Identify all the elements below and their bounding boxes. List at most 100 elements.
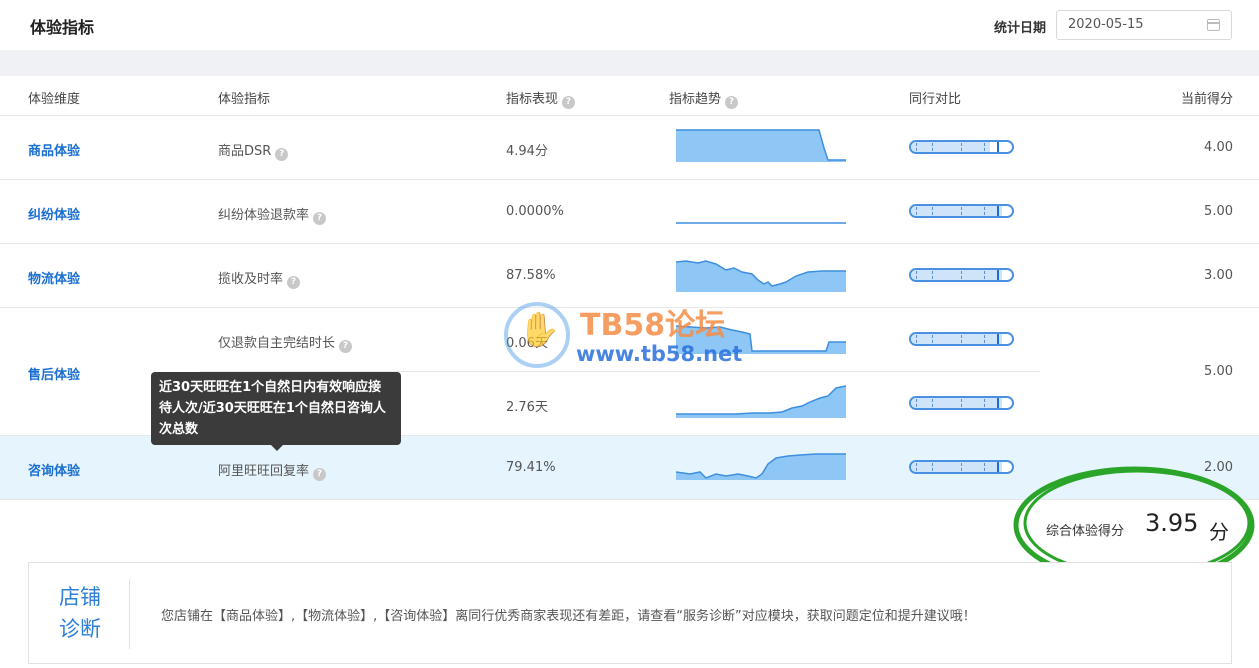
- compare-tick: [932, 143, 933, 151]
- compare-marker: [997, 398, 999, 408]
- header: 体验指标 统计日期 2020-05-15: [0, 0, 1259, 50]
- dimension-link[interactable]: 咨询体验: [28, 460, 80, 479]
- compare-tick: [984, 271, 985, 279]
- metric-value: 2.76天: [506, 400, 548, 415]
- question-icon[interactable]: ?: [725, 96, 739, 109]
- peer-compare-bar: [909, 268, 1014, 282]
- tooltip-text: 近30天旺旺在1个自然日内有效响应接待人次/近30天旺旺在1个自然日咨询人次总数: [159, 380, 386, 437]
- compare-tick: [961, 399, 962, 407]
- metric-name: 揽收及时率?: [218, 268, 301, 289]
- compare-tick: [916, 271, 917, 279]
- compare-marker: [997, 270, 999, 280]
- compare-tick: [984, 143, 985, 151]
- compare-tick: [932, 399, 933, 407]
- compare-tick: [984, 399, 985, 407]
- col-trend: 指标趋势?: [669, 88, 739, 109]
- metric-tooltip: 近30天旺旺在1个自然日内有效响应接待人次/近30天旺旺在1个自然日咨询人次总数: [151, 372, 401, 451]
- date-picker[interactable]: 2020-05-15: [1056, 10, 1232, 40]
- compare-tick: [984, 207, 985, 215]
- section-divider-band: [0, 50, 1259, 76]
- question-icon[interactable]: ?: [339, 340, 353, 353]
- metric-name: 阿里旺旺回复率?: [218, 460, 327, 481]
- col-metric: 体验指标: [218, 92, 271, 107]
- question-icon[interactable]: ?: [562, 96, 576, 109]
- compare-fill: [911, 398, 1002, 408]
- metric-value: 79.41%: [506, 460, 556, 475]
- compare-fill: [911, 206, 1002, 216]
- compare-tick: [916, 207, 917, 215]
- compare-fill: [911, 142, 990, 152]
- metric-value: 87.58%: [506, 268, 556, 283]
- question-icon[interactable]: ?: [313, 468, 327, 481]
- tooltip-arrow: [271, 445, 283, 451]
- trend-sparkline: [676, 325, 846, 354]
- trend-sparkline: [676, 260, 846, 292]
- total-score-unit: 分: [1209, 520, 1229, 544]
- diagnosis-title: 店铺诊断: [59, 585, 101, 641]
- metric-value: 4.94分: [506, 144, 548, 159]
- compare-marker: [997, 462, 999, 472]
- col-dimension: 体验维度: [28, 92, 81, 107]
- total-score-label: 综合体验得分: [1046, 524, 1125, 539]
- compare-tick: [916, 143, 917, 151]
- metric-name: 仅退款自主完结时长?: [218, 332, 353, 353]
- metric-value: 0.06天: [506, 336, 548, 351]
- peer-compare-bar: [909, 140, 1014, 154]
- question-icon[interactable]: ?: [275, 148, 289, 161]
- table-header: 体验维度 体验指标 指标表现? 指标趋势? 同行对比 当前得分: [0, 76, 1259, 116]
- calendar-icon[interactable]: [1207, 19, 1220, 31]
- diagnosis-divider: [129, 579, 130, 649]
- trend-sparkline: [676, 222, 846, 224]
- compare-tick: [916, 399, 917, 407]
- metric-name: 纠纷体验退款率?: [218, 204, 327, 225]
- date-value: 2020-05-15: [1068, 17, 1144, 32]
- trend-sparkline: [676, 129, 846, 162]
- compare-tick: [984, 335, 985, 343]
- compare-tick: [932, 207, 933, 215]
- dimension-link[interactable]: 商品体验: [28, 140, 80, 159]
- dimension-link[interactable]: 物流体验: [28, 268, 80, 287]
- table-row: 纠纷体验 纠纷体验退款率? 0.0000% 5.00: [0, 180, 1259, 244]
- current-score: 5.00: [1204, 204, 1233, 219]
- question-icon[interactable]: ?: [313, 212, 327, 225]
- question-icon[interactable]: ?: [287, 276, 301, 289]
- compare-tick: [932, 335, 933, 343]
- table-row: 商品体验 商品DSR? 4.94分 4.00: [0, 116, 1259, 180]
- col-performance: 指标表现?: [506, 88, 576, 109]
- metric-name: 商品DSR?: [218, 140, 289, 161]
- compare-marker: [997, 206, 999, 216]
- page-title: 体验指标: [30, 18, 95, 37]
- peer-compare-bar: [909, 332, 1014, 346]
- compare-tick: [961, 463, 962, 471]
- current-score: 4.00: [1204, 140, 1233, 155]
- metric-value: 0.0000%: [506, 204, 564, 219]
- trend-sparkline: [676, 453, 846, 480]
- table-row: 物流体验 揽收及时率? 87.58% 3.00: [0, 244, 1259, 308]
- compare-tick: [984, 463, 985, 471]
- compare-tick: [916, 463, 917, 471]
- compare-fill: [911, 270, 1002, 280]
- dimension-link[interactable]: 售后体验: [28, 364, 80, 383]
- col-score: 当前得分: [1180, 92, 1233, 107]
- compare-tick: [961, 207, 962, 215]
- dimension-link[interactable]: 纠纷体验: [28, 204, 80, 223]
- compare-fill: [911, 334, 1002, 344]
- diagnosis-message: 您店铺在【商品体验】,【物流体验】,【咨询体验】离同行优秀商家表现还有差距，请查…: [161, 609, 976, 624]
- peer-compare-bar: [909, 396, 1014, 410]
- total-score-value: 3.95: [1145, 509, 1199, 537]
- shop-diagnosis-panel: 店铺诊断 您店铺在【商品体验】,【物流体验】,【咨询体验】离同行优秀商家表现还有…: [28, 562, 1232, 664]
- compare-fill: [911, 462, 1002, 472]
- compare-tick: [961, 335, 962, 343]
- compare-tick: [916, 335, 917, 343]
- compare-tick: [932, 463, 933, 471]
- compare-tick: [961, 271, 962, 279]
- compare-tick: [932, 271, 933, 279]
- trend-sparkline: [676, 385, 846, 418]
- compare-tick: [961, 143, 962, 151]
- compare-marker: [997, 142, 999, 152]
- col-compare: 同行对比: [909, 92, 962, 107]
- peer-compare-bar: [909, 460, 1014, 474]
- peer-compare-bar: [909, 204, 1014, 218]
- current-score: 5.00: [1204, 364, 1233, 379]
- compare-marker: [997, 334, 999, 344]
